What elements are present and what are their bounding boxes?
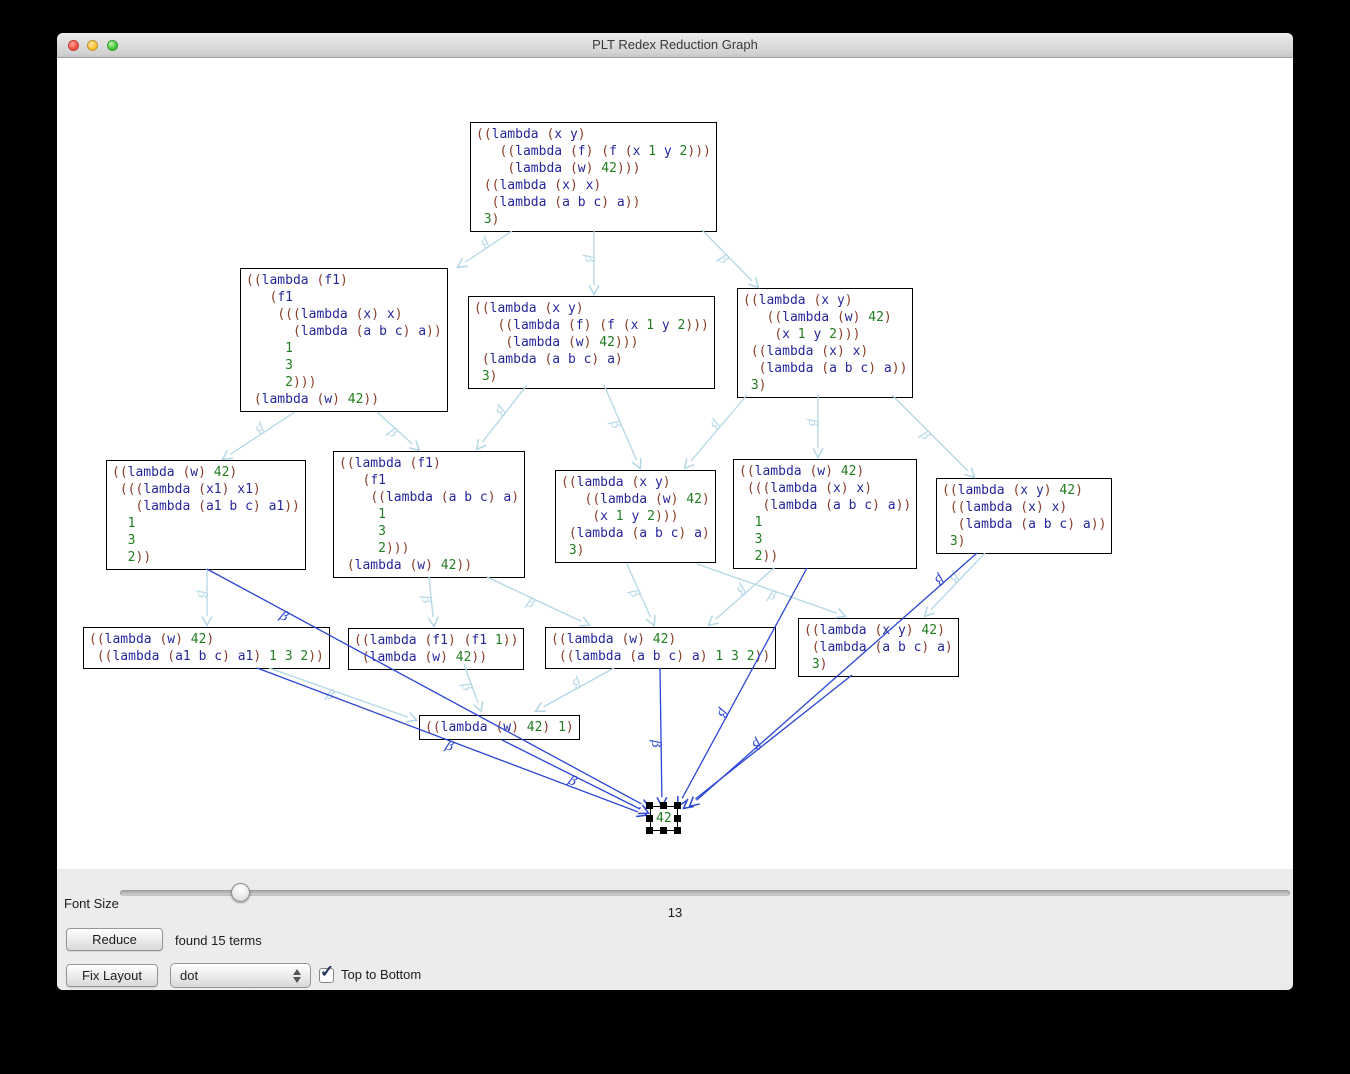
svg-text:β: β [714, 705, 731, 720]
svg-text:β: β [323, 687, 336, 704]
svg-text:β: β [707, 416, 724, 432]
fix-layout-button[interactable]: Fix Layout [66, 964, 158, 987]
desktop-background: PLT Redex Reduction Graph ((lambda (x y)… [0, 0, 1350, 1074]
svg-text:β: β [606, 417, 623, 431]
term-node-n7[interactable]: ((lambda (x y) ((lambda (w) 42) (x 1 y 2… [555, 470, 716, 563]
svg-text:β: β [648, 739, 663, 748]
top-to-bottom-checkbox[interactable]: ✓ [319, 968, 334, 983]
selection-handle[interactable] [660, 827, 667, 834]
status-text: found 15 terms [175, 933, 262, 948]
svg-text:β: β [715, 251, 732, 268]
svg-text:β: β [418, 594, 434, 604]
svg-text:β: β [458, 680, 475, 693]
svg-text:β: β [749, 735, 765, 752]
font-size-value: 13 [57, 905, 1293, 920]
term-node-n10[interactable]: ((lambda (w) 42) ((lambda (a1 b c) a1) 1… [83, 627, 330, 669]
selection-handle[interactable] [674, 815, 681, 822]
stepper-arrows-icon [293, 969, 302, 983]
svg-text:β: β [916, 427, 933, 444]
svg-text:β: β [492, 402, 509, 418]
svg-text:β: β [442, 738, 455, 755]
selection-handle[interactable] [646, 815, 653, 822]
window-title: PLT Redex Reduction Graph [57, 33, 1293, 57]
term-node-n4[interactable]: ((lambda (x y) ((lambda (w) 42) (x 1 y 2… [737, 288, 913, 398]
svg-text:β: β [384, 424, 400, 441]
term-node-n13[interactable]: ((lambda (x y) 42) (lambda (a b c) a) 3) [798, 618, 959, 677]
window-titlebar[interactable]: PLT Redex Reduction Graph [57, 33, 1293, 58]
svg-text:β: β [523, 595, 537, 612]
graph-canvas[interactable]: ((lambda (x y) ((lambda (f) (f (x 1 y 2)… [57, 58, 1293, 869]
svg-text:β: β [194, 589, 209, 598]
svg-text:β: β [276, 608, 291, 625]
term-node-n3[interactable]: ((lambda (x y) ((lambda (f) (f (x 1 y 2)… [468, 296, 715, 389]
control-panel: Font Size 13 Reduce found 15 terms Fix L… [57, 869, 1293, 990]
reduce-button[interactable]: Reduce [66, 928, 163, 951]
slider-thumb[interactable] [231, 883, 250, 902]
term-node-n12[interactable]: ((lambda (w) 42) ((lambda (a b c) a) 1 3… [545, 627, 776, 669]
selection-handle[interactable] [646, 827, 653, 834]
svg-text:β: β [581, 254, 596, 263]
top-to-bottom-label: Top to Bottom [341, 967, 421, 982]
layout-dropdown[interactable]: dot [170, 963, 311, 988]
svg-text:β: β [765, 588, 778, 605]
term-node-n14[interactable]: ((lambda (w) 42) 1) [419, 715, 580, 740]
term-node-n6[interactable]: ((lambda (f1) (f1 ((lambda (a b c) a) 1 … [333, 451, 525, 578]
selection-handle[interactable] [660, 802, 667, 809]
svg-text:β: β [733, 581, 749, 598]
selection-handle[interactable] [646, 802, 653, 809]
term-node-n5[interactable]: ((lambda (w) 42) (((lambda (x1) x1) (lam… [106, 460, 306, 570]
term-node-n8[interactable]: ((lambda (w) 42) (((lambda (x) x) (lambd… [733, 459, 917, 569]
svg-text:β: β [252, 420, 267, 437]
term-node-n11[interactable]: ((lambda (f1) (f1 1)) (lambda (w) 42)) [348, 628, 524, 670]
font-size-slider[interactable] [120, 883, 1290, 903]
layout-dropdown-value: dot [180, 968, 198, 983]
selection-handle[interactable] [674, 802, 681, 809]
svg-text:β: β [565, 773, 579, 790]
svg-text:β: β [477, 234, 492, 251]
term-node-n9[interactable]: ((lambda (x y) 42) ((lambda (x) x) (lamb… [936, 478, 1112, 554]
svg-text:β: β [946, 569, 963, 586]
svg-text:β: β [931, 570, 947, 587]
term-node-n1[interactable]: ((lambda (x y) ((lambda (f) (f (x 1 y 2)… [470, 122, 717, 232]
slider-track[interactable] [120, 890, 1290, 896]
svg-text:β: β [569, 674, 584, 691]
selection-handle[interactable] [674, 827, 681, 834]
term-node-n2[interactable]: ((lambda (f1) (f1 (((lambda (x) x) (lamb… [240, 268, 448, 412]
svg-text:β: β [805, 418, 820, 427]
svg-text:β: β [625, 586, 642, 600]
checkmark-icon: ✓ [320, 962, 334, 982]
redex-window: PLT Redex Reduction Graph ((lambda (x y)… [57, 33, 1293, 990]
